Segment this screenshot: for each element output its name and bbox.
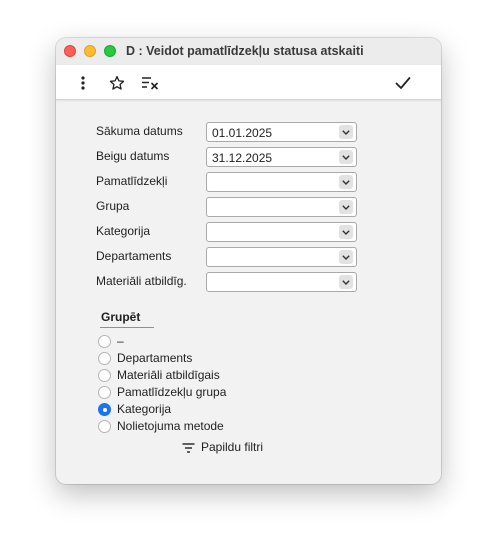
group-field[interactable]	[206, 197, 357, 217]
radio-button[interactable]	[98, 386, 111, 399]
zoom-window-button[interactable]	[104, 45, 116, 57]
radio-label: Nolietojuma metode	[117, 419, 224, 433]
start-date-value: 01.01.2025	[212, 126, 273, 140]
start-date-label: Sākuma datums	[96, 124, 183, 138]
radio-button-selected[interactable]	[98, 403, 111, 416]
group-by-underline	[100, 327, 154, 328]
radio-label: Materiāli atbildīgais	[117, 368, 220, 382]
chevron-down-icon[interactable]	[339, 175, 353, 189]
chevron-down-icon[interactable]	[339, 150, 353, 164]
minimize-window-button[interactable]	[84, 45, 96, 57]
chevron-down-icon[interactable]	[339, 125, 353, 139]
chevron-down-icon[interactable]	[339, 225, 353, 239]
radio-button[interactable]	[98, 420, 111, 433]
filter-icon	[182, 442, 195, 456]
radio-label: Kategorija	[117, 402, 172, 416]
radio-button[interactable]	[98, 369, 111, 382]
radio-button[interactable]	[98, 335, 111, 348]
department-label: Departaments	[96, 249, 172, 263]
radio-label: Pamatlīdzekļu grupa	[117, 385, 227, 399]
more-vertical-icon[interactable]	[74, 74, 92, 92]
end-date-field[interactable]: 31.12.2025	[206, 147, 357, 167]
assets-label: Pamatlīdzekļi	[96, 174, 168, 188]
chevron-down-icon[interactable]	[339, 275, 353, 289]
group-by-title: Grupēt	[101, 310, 141, 324]
department-field[interactable]	[206, 247, 357, 267]
responsible-person-field[interactable]	[206, 272, 357, 292]
clear-filter-icon[interactable]	[141, 74, 159, 92]
group-label: Grupa	[96, 199, 130, 213]
category-label: Kategorija	[96, 224, 151, 238]
radio-label: –	[117, 334, 124, 348]
checkmark-icon[interactable]	[394, 74, 412, 92]
radio-label: Departaments	[117, 351, 193, 365]
star-icon[interactable]	[108, 74, 126, 92]
chevron-down-icon[interactable]	[339, 250, 353, 264]
category-field[interactable]	[206, 222, 357, 242]
assets-field[interactable]	[206, 172, 357, 192]
responsible-person-label: Materiāli atbildīg.	[96, 274, 187, 288]
close-window-button[interactable]	[64, 45, 76, 57]
end-date-value: 31.12.2025	[212, 151, 273, 165]
radio-button[interactable]	[98, 352, 111, 365]
title-bar: D : Veidot pamatlīdzekļu statusa atskait…	[56, 38, 441, 65]
window-title: D : Veidot pamatlīdzekļu statusa atskait…	[126, 44, 364, 58]
toolbar	[56, 65, 441, 100]
chevron-down-icon[interactable]	[339, 200, 353, 214]
start-date-field[interactable]: 01.01.2025	[206, 122, 357, 142]
report-window: D : Veidot pamatlīdzekļu statusa atskait…	[56, 38, 441, 484]
end-date-label: Beigu datums	[96, 149, 170, 163]
extra-filters-label: Papildu filtri	[201, 440, 264, 454]
